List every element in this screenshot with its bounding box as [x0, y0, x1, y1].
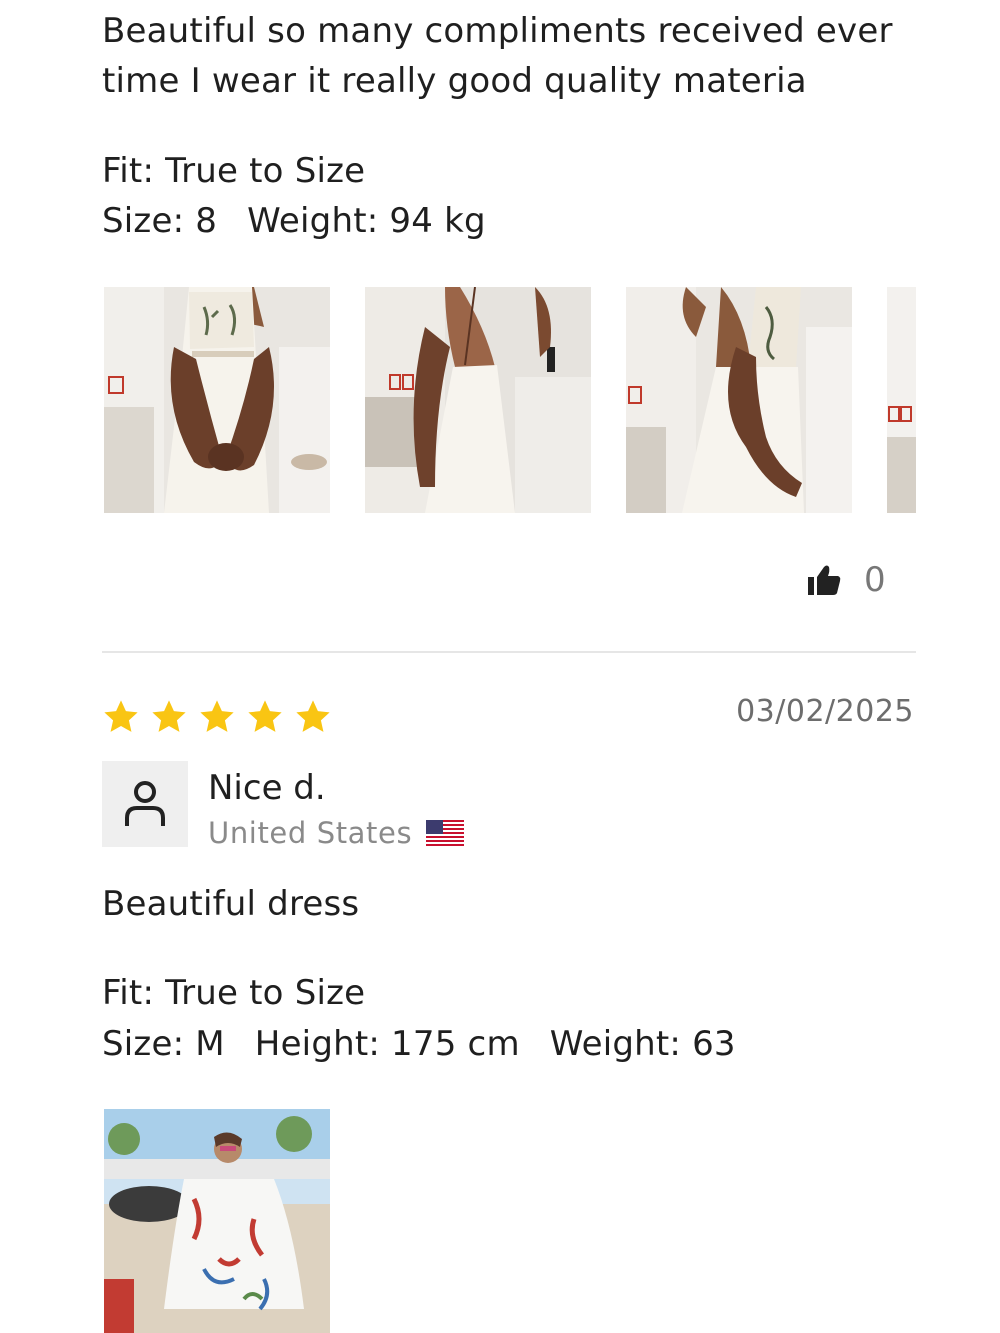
us-flag-icon — [426, 820, 465, 846]
avatar — [102, 761, 188, 847]
thumbs-up-icon[interactable] — [806, 563, 842, 597]
star-rating — [102, 698, 342, 736]
review-body: Beautiful so many compliments received e… — [102, 11, 893, 101]
reviewer-country: United States — [208, 816, 413, 850]
review-weight: Weight: 94 kg — [247, 201, 486, 241]
review-size-weight: Size: 8 Weight: 94 kg — [102, 196, 486, 246]
review-weight: Weight: 63 — [549, 1024, 736, 1064]
reviewer-name: Nice d. — [208, 768, 326, 808]
review-height: Height: 175 cm — [254, 1024, 520, 1064]
review-photo[interactable] — [887, 287, 916, 513]
star-icon — [104, 700, 138, 732]
review-divider — [102, 651, 916, 653]
star-icon — [296, 700, 330, 732]
like-count: 0 — [864, 560, 886, 600]
review-photo-strip[interactable] — [104, 287, 916, 513]
review-fit: Fit: True to Size — [102, 973, 366, 1013]
reviewer-location: United States — [208, 816, 465, 850]
review-photo[interactable] — [365, 287, 591, 513]
star-icon — [152, 700, 186, 732]
review-size: Size: M — [102, 1024, 225, 1064]
like-control[interactable]: 0 — [806, 560, 886, 600]
review-size: Size: 8 — [102, 201, 218, 241]
review-photo[interactable] — [104, 1109, 330, 1333]
review-body: Beautiful dress — [102, 884, 360, 924]
review-size-height-weight: Size: M Height: 175 cm Weight: 63 — [102, 1019, 736, 1069]
review-date: 03/02/2025 — [736, 694, 914, 729]
user-icon — [125, 781, 165, 826]
star-icon — [200, 700, 234, 732]
reviews-page: Beautiful so many compliments received e… — [0, 0, 1000, 1333]
review-photo[interactable] — [104, 287, 330, 513]
star-icon — [248, 700, 282, 732]
review-fit: Fit: True to Size — [102, 151, 366, 191]
review-photo[interactable] — [626, 287, 852, 513]
